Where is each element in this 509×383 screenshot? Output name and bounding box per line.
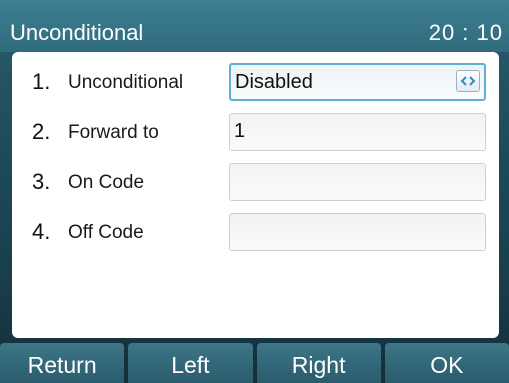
phone-screen: Unconditional 20 : 10 1. Unconditional D…	[0, 0, 509, 383]
right-softkey[interactable]: Right	[256, 343, 381, 383]
unconditional-value: Disabled	[235, 71, 313, 93]
row-number: 4.	[32, 219, 51, 244]
on-code-field[interactable]	[229, 163, 486, 201]
on-code-label: On Code	[68, 172, 145, 193]
left-softkey[interactable]: Left	[128, 343, 253, 383]
page-title: Unconditional	[10, 20, 144, 45]
row-number: 2.	[32, 119, 51, 144]
forward-to-value: 1	[234, 120, 246, 142]
form-panel: 1. Unconditional Disabled 2. Forward to …	[12, 52, 499, 338]
off-code-label: Off Code	[68, 222, 144, 243]
forward-to-field[interactable]: 1	[229, 113, 486, 151]
left-right-arrows-icon	[460, 76, 476, 86]
off-code-field[interactable]	[229, 213, 486, 251]
row-forward-to: 2. Forward to 1	[12, 110, 499, 154]
return-softkey[interactable]: Return	[0, 343, 125, 383]
row-unconditional: 1. Unconditional Disabled	[12, 60, 499, 104]
row-number: 1.	[32, 69, 51, 94]
row-on-code: 3. On Code	[12, 160, 499, 204]
row-number: 3.	[32, 169, 51, 194]
forward-to-label: Forward to	[68, 122, 159, 143]
ok-softkey[interactable]: OK	[384, 343, 509, 383]
clock: 20 : 10	[428, 20, 503, 45]
unconditional-select[interactable]: Disabled	[229, 63, 486, 101]
row-off-code: 4. Off Code	[12, 210, 499, 254]
unconditional-label: Unconditional	[68, 72, 184, 93]
switch-option-button[interactable]	[456, 70, 480, 92]
softkey-bar: Return Left Right OK	[0, 343, 509, 383]
title-bar: Unconditional 20 : 10	[0, 0, 509, 52]
